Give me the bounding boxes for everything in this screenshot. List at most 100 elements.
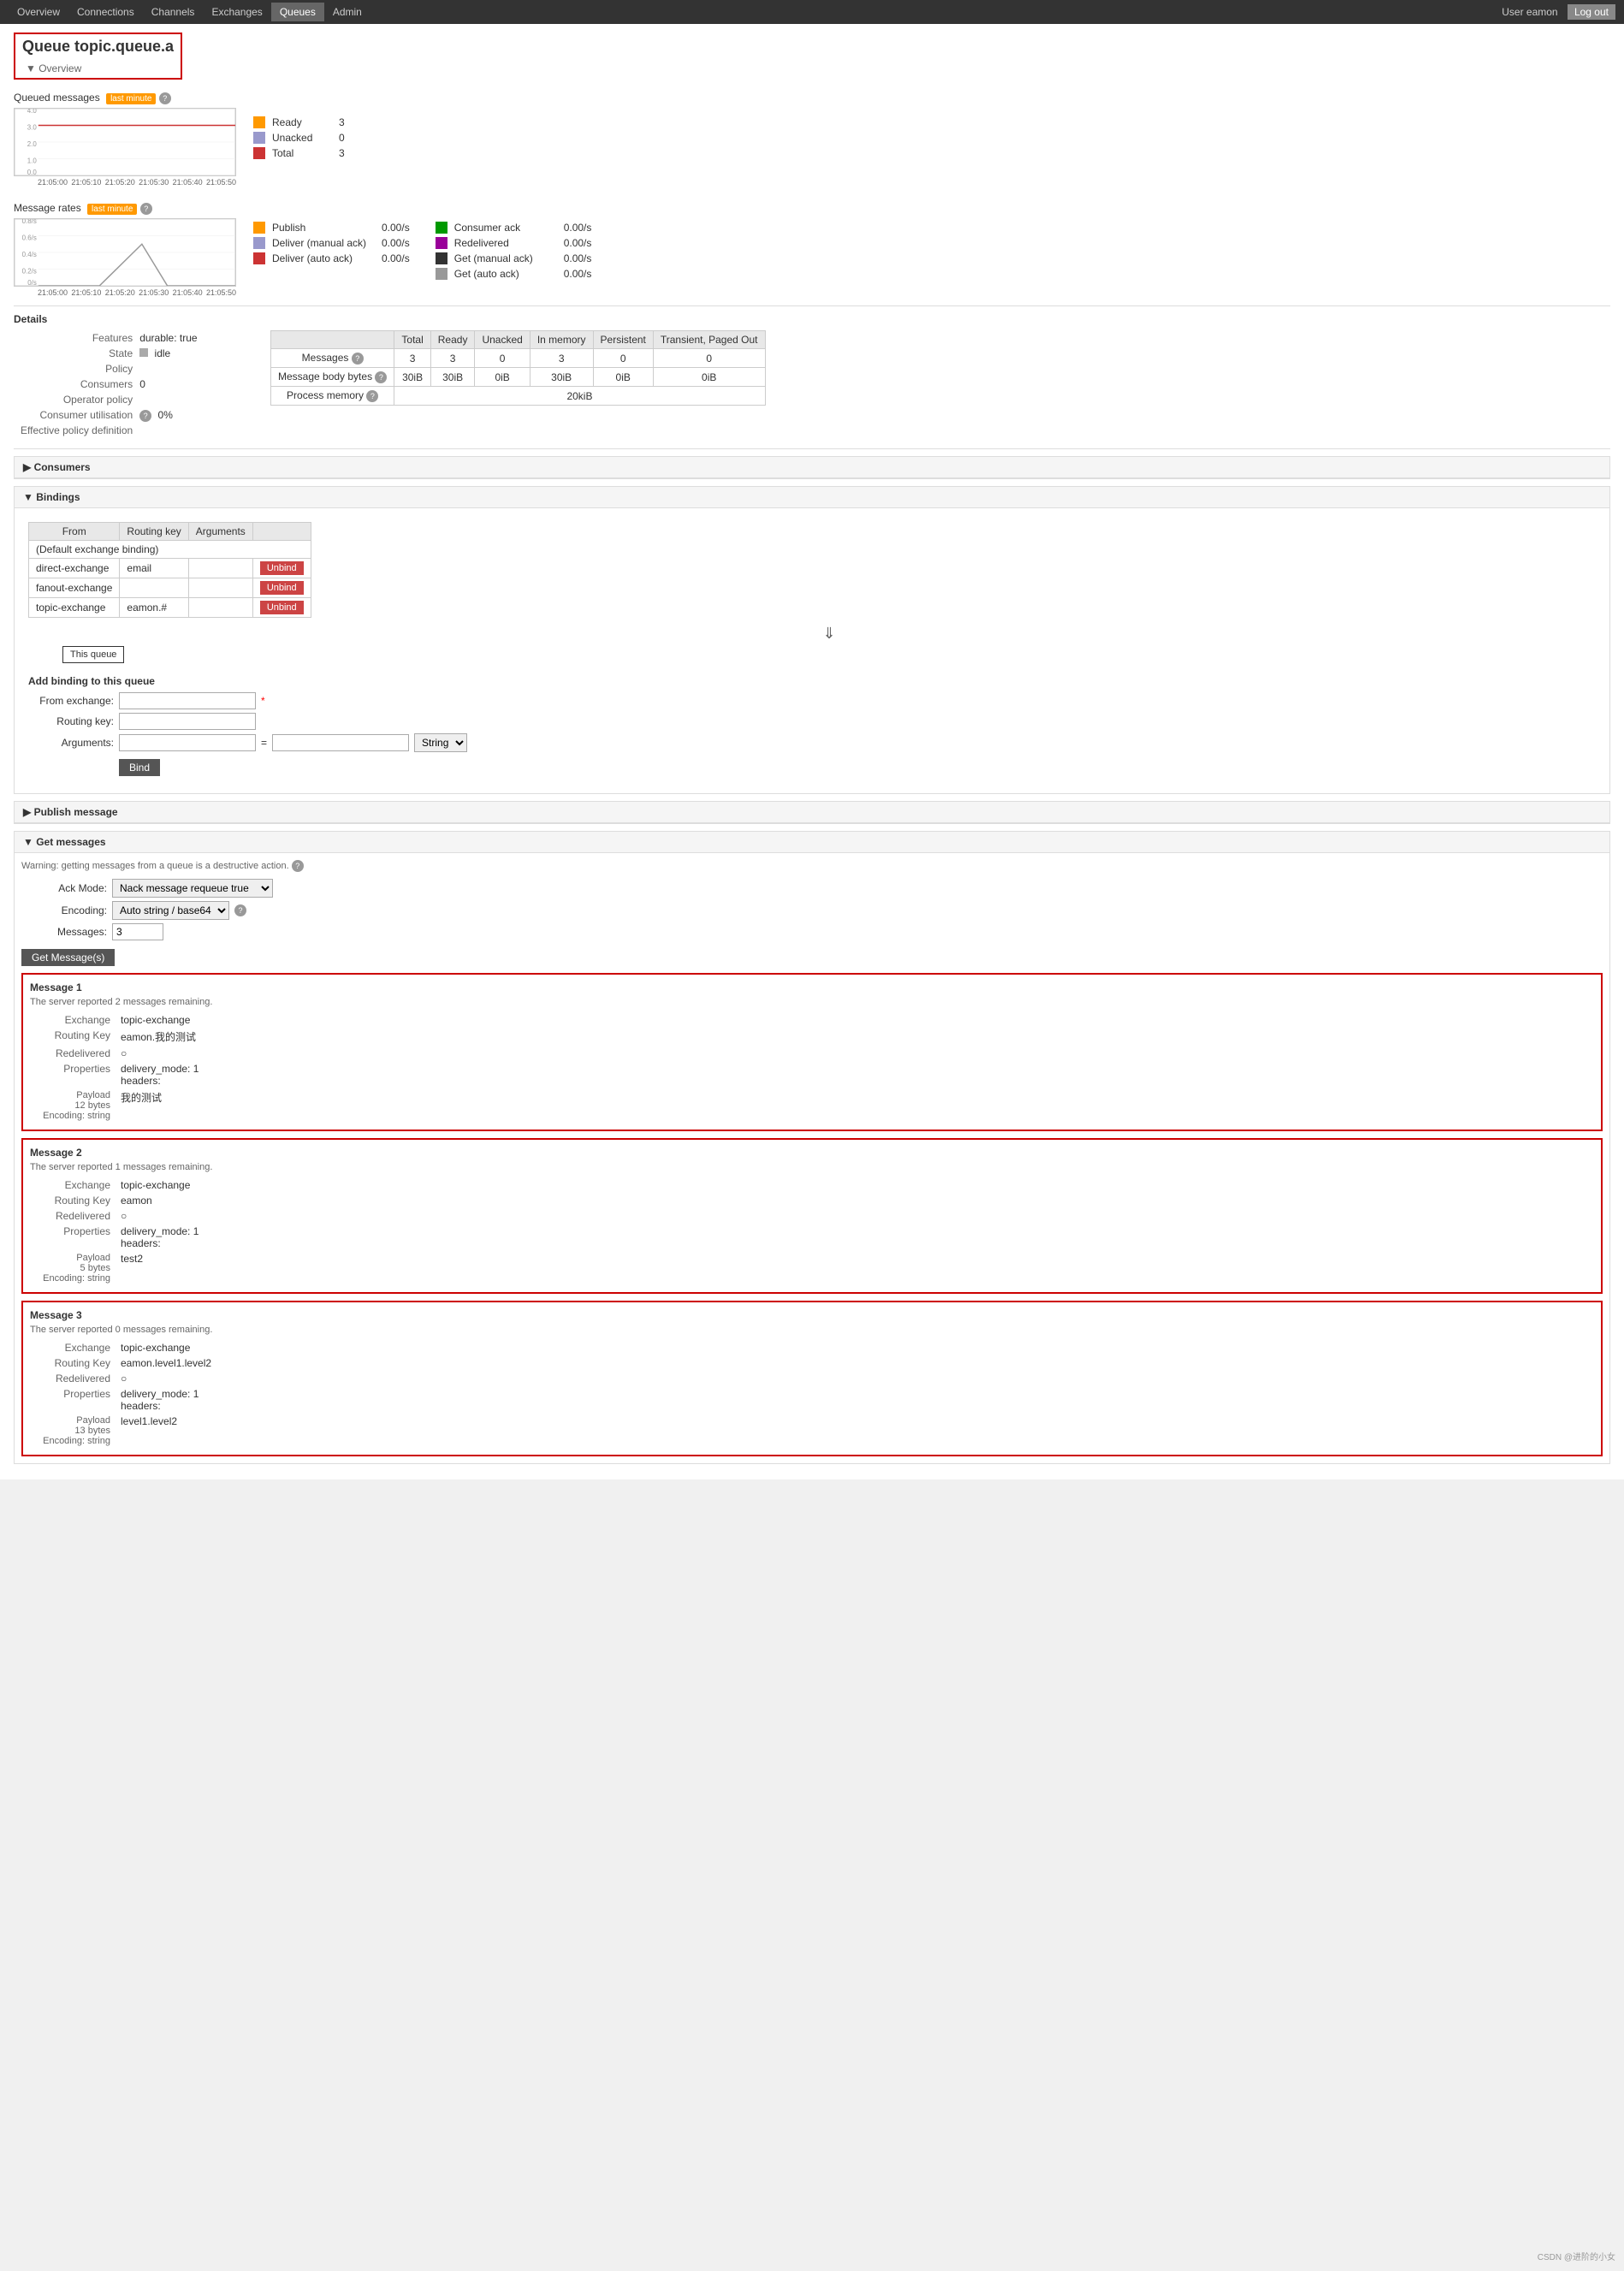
get-manual-color	[436, 252, 447, 264]
encoding-select[interactable]: Auto string / base64	[112, 901, 229, 920]
encoding-row: Encoding: Auto string / base64 ?	[21, 901, 1603, 920]
details-right: Total Ready Unacked In memory Persistent…	[270, 330, 766, 438]
routing-key-input[interactable]	[119, 713, 256, 730]
binding-rk-3: eamon.#	[120, 598, 188, 618]
m1-rk-label: Routing Key	[30, 1028, 116, 1046]
m2-exchange-value: topic-exchange	[116, 1177, 204, 1193]
consumers-arrow: ▶	[23, 461, 34, 473]
from-exchange-label: From exchange:	[28, 695, 114, 707]
state-value: idle	[155, 347, 171, 359]
unbind-button-2[interactable]: Unbind	[260, 581, 304, 595]
body-bytes-unacked: 0iB	[475, 368, 530, 387]
message-rates-help[interactable]: ?	[140, 203, 152, 215]
messages-help[interactable]: ?	[352, 353, 364, 365]
encoding-label: Encoding:	[21, 904, 107, 916]
total-label: Total	[272, 147, 332, 159]
overview-label: Overview	[39, 62, 81, 74]
arguments-type-select[interactable]: String	[414, 733, 467, 752]
get-messages-section: ▼ Get messages Warning: getting messages…	[14, 831, 1610, 1464]
state-indicator	[139, 348, 148, 357]
col-from: From	[29, 523, 120, 541]
bindings-header[interactable]: ▼ Bindings	[15, 487, 1609, 508]
consumer-utilisation-help[interactable]: ?	[139, 410, 151, 422]
bind-button[interactable]: Bind	[119, 759, 160, 776]
get-messages-header[interactable]: ▼ Get messages	[15, 832, 1609, 853]
binding-from-3: topic-exchange	[29, 598, 120, 618]
routing-key-label: Routing key:	[28, 715, 114, 727]
m3-exchange-value: topic-exchange	[116, 1340, 216, 1355]
publish-value: 0.00/s	[382, 222, 410, 234]
nav-connections[interactable]: Connections	[68, 3, 143, 21]
deliver-auto-value: 0.00/s	[382, 252, 410, 264]
m1-payload-value: 我的测试	[116, 1088, 204, 1123]
consumers-header[interactable]: ▶ Consumers	[15, 457, 1609, 478]
consumers-title: Consumers	[34, 461, 91, 473]
m3-rk-value: eamon.level1.level2	[116, 1355, 216, 1371]
details-title: Details	[14, 313, 1610, 325]
from-exchange-input[interactable]	[119, 692, 256, 709]
rates-right-stats: Consumer ack 0.00/s Redelivered 0.00/s G…	[436, 222, 592, 297]
get-manual-label: Get (manual ack)	[454, 252, 557, 264]
message-1-info: The server reported 2 messages remaining…	[30, 997, 1594, 1007]
rates-stats-panel: Publish 0.00/s Deliver (manual ack) 0.00…	[253, 218, 591, 297]
publish-arrow: ▶	[23, 806, 34, 818]
logout-button[interactable]: Log out	[1568, 4, 1615, 20]
effective-policy-label: Effective policy definition	[14, 423, 139, 438]
nav-channels[interactable]: Channels	[143, 3, 204, 21]
messages-count-input[interactable]	[112, 923, 163, 940]
unbind-button-3[interactable]: Unbind	[260, 601, 304, 614]
from-required-star: *	[261, 695, 265, 707]
process-memory-row-label: Process memory ?	[271, 387, 394, 406]
m2-payload-label: Payload 5 bytes Encoding: string	[30, 1251, 116, 1285]
svg-text:4.0: 4.0	[27, 109, 38, 115]
svg-text:0.2/s: 0.2/s	[22, 267, 37, 275]
consumer-ack-value: 0.00/s	[564, 222, 592, 234]
body-bytes-row-label: Message body bytes ?	[271, 368, 394, 387]
col-transient: Transient, Paged Out	[653, 331, 765, 349]
details-section: Details Features durable: true State idl…	[14, 313, 1610, 438]
publish-message-header[interactable]: ▶ Publish message	[15, 802, 1609, 823]
message-rates-title: Message rates	[14, 202, 81, 214]
body-bytes-help[interactable]: ?	[375, 371, 387, 383]
effective-policy-value	[139, 423, 197, 438]
binding-row-1: direct-exchange email Unbind	[29, 559, 311, 578]
get-auto-value: 0.00/s	[564, 268, 592, 280]
queue-name: topic.queue.a	[74, 38, 174, 55]
down-arrow: ⇓	[56, 625, 1603, 643]
consumers-section: ▶ Consumers	[14, 456, 1610, 479]
nav-queues[interactable]: Queues	[271, 3, 324, 21]
nav-overview[interactable]: Overview	[9, 3, 68, 21]
binding-row-2: fanout-exchange Unbind	[29, 578, 311, 598]
watermark: CSDN @进阶的小女	[1538, 2250, 1615, 2262]
features-value: durable: true	[139, 330, 197, 346]
m2-redelivered-value: ○	[116, 1208, 204, 1224]
queued-messages-help[interactable]: ?	[159, 92, 171, 104]
m2-rk-value: eamon	[116, 1193, 204, 1208]
nav-exchanges[interactable]: Exchanges	[203, 3, 270, 21]
ack-mode-select[interactable]: Nack message requeue true Nack message r…	[112, 879, 273, 898]
m3-exchange-label: Exchange	[30, 1340, 116, 1355]
col-empty	[271, 331, 394, 349]
encoding-help[interactable]: ?	[234, 904, 246, 916]
m3-redelivered-value: ○	[116, 1371, 216, 1386]
bindings-arrow: ▼	[23, 491, 36, 503]
get-messages-help[interactable]: ?	[292, 860, 304, 872]
unbind-button-1[interactable]: Unbind	[260, 561, 304, 575]
process-memory-help[interactable]: ?	[366, 390, 378, 402]
publish-message-section: ▶ Publish message	[14, 801, 1610, 824]
bindings-content: From Routing key Arguments (Default exch…	[15, 508, 1609, 793]
m1-exchange-value: topic-exchange	[116, 1012, 204, 1028]
deliver-auto-label: Deliver (auto ack)	[272, 252, 375, 264]
col-unacked: Unacked	[475, 331, 530, 349]
bindings-section: ▼ Bindings From Routing key Arguments (D…	[14, 486, 1610, 794]
nav-admin[interactable]: Admin	[324, 3, 370, 21]
m3-rk-label: Routing Key	[30, 1355, 116, 1371]
arguments-value-input[interactable]	[272, 734, 409, 751]
get-messages-button[interactable]: Get Message(s)	[21, 949, 115, 966]
m1-exchange-label: Exchange	[30, 1012, 116, 1028]
arguments-key-input[interactable]	[119, 734, 256, 751]
consumer-utilisation-label: Consumer utilisation	[14, 407, 139, 423]
down-arrow-container: ⇓ This queue	[56, 625, 1603, 663]
user-info: User eamon Log out	[1502, 4, 1615, 20]
message-1-result: Message 1 The server reported 2 messages…	[21, 973, 1603, 1131]
